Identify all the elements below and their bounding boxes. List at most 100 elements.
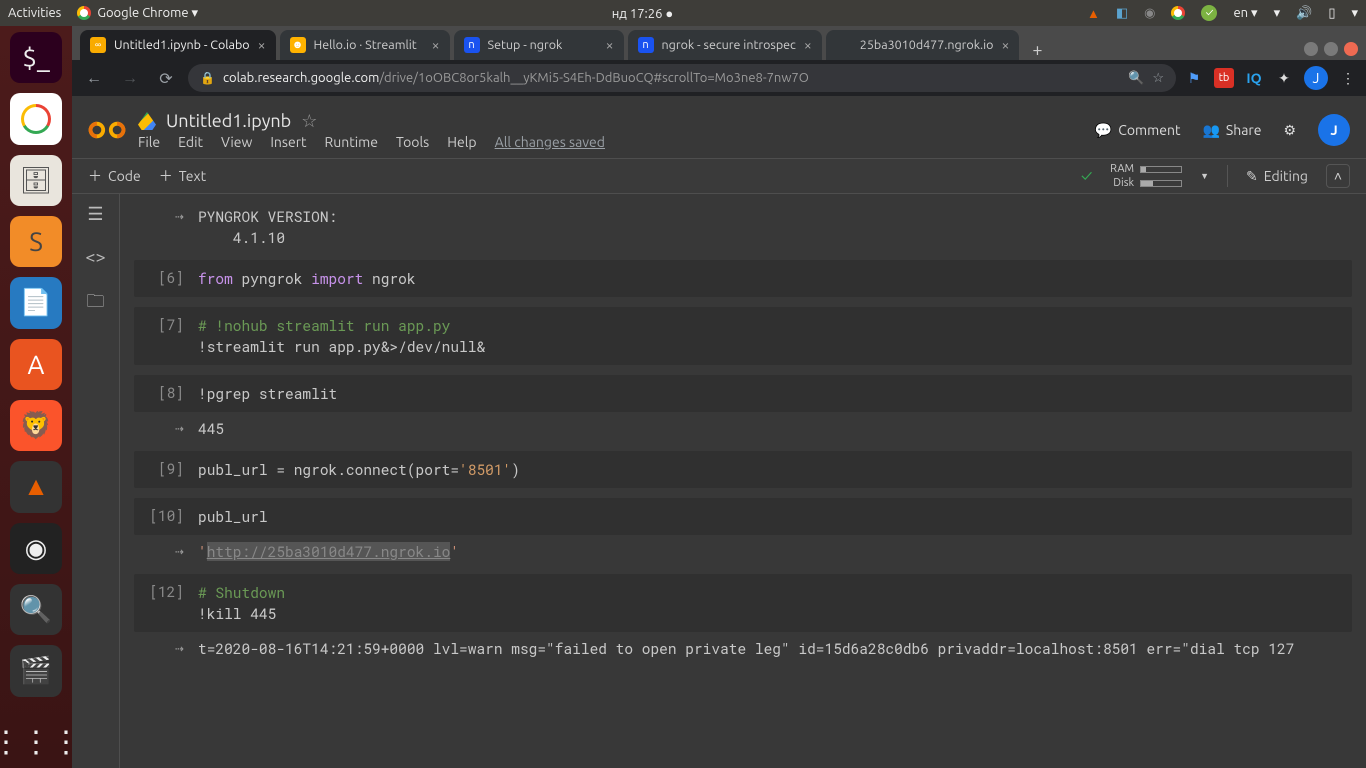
code-content[interactable]: from pyngrok import ngrok xyxy=(198,268,416,289)
save-status[interactable]: All changes saved xyxy=(495,134,605,150)
settings-icon[interactable]: ⚙ xyxy=(1283,122,1296,139)
cell-number: [7] xyxy=(148,315,184,357)
collapse-header-button[interactable]: ˄ xyxy=(1326,164,1350,188)
cell-7[interactable]: [7] # !nohub streamlit run app.py !strea… xyxy=(134,307,1352,365)
tray-app-icon[interactable]: ◧ xyxy=(1116,6,1128,21)
browser-tab-2[interactable]: n Setup - ngrok × xyxy=(454,30,624,60)
launcher-chrome[interactable] xyxy=(10,93,62,144)
add-text-button[interactable]: ＋ Text xyxy=(159,166,206,186)
comment-button[interactable]: 💬Comment xyxy=(1095,122,1181,139)
launcher-terminal[interactable]: $_ xyxy=(10,32,62,83)
extensions-puzzle-icon[interactable]: ✦ xyxy=(1274,68,1294,88)
tray-vlc-icon[interactable]: ▲ xyxy=(1087,6,1100,21)
menu-bar: File Edit View Insert Runtime Tools Help… xyxy=(138,134,605,150)
clock[interactable]: нд 17:26 ● xyxy=(198,6,1087,21)
launcher-writer[interactable]: 📄 xyxy=(10,277,62,328)
tab-close-icon[interactable]: × xyxy=(804,37,812,53)
tab-title: Setup - ngrok xyxy=(488,38,563,52)
launcher-brave[interactable]: 🦁 xyxy=(10,400,62,451)
notebook-filename[interactable]: Untitled1.ipynb xyxy=(166,111,291,131)
browser-tab-0[interactable]: ∞ Untitled1.ipynb - Colabo × xyxy=(80,30,276,60)
code-content[interactable]: !pgrep streamlit xyxy=(198,383,337,404)
snippets-icon[interactable]: <> xyxy=(85,247,105,267)
nav-back-button[interactable]: ← xyxy=(80,64,108,92)
volume-icon[interactable]: 🔊 xyxy=(1296,6,1312,21)
resource-dropdown-icon[interactable]: ▼ xyxy=(1200,171,1209,181)
chrome-icon xyxy=(77,6,91,20)
editing-mode-button[interactable]: ✎Editing xyxy=(1246,168,1308,185)
profile-avatar[interactable]: J xyxy=(1304,66,1328,90)
code-content[interactable]: publ_url = ngrok.connect(port='8501') xyxy=(198,459,520,480)
output-indicator-icon[interactable]: ⇢ xyxy=(148,638,184,658)
new-tab-button[interactable]: + xyxy=(1023,40,1051,60)
tray-chrome-icon[interactable] xyxy=(1171,6,1185,20)
output-indicator-icon[interactable]: ⇢ xyxy=(148,418,184,438)
cell-8[interactable]: [8] !pgrep streamlit ⇢ 445 xyxy=(134,375,1352,441)
toc-icon[interactable]: ☰ xyxy=(87,204,103,225)
share-button[interactable]: 👥Share xyxy=(1202,122,1261,139)
ext-red-icon[interactable]: tb xyxy=(1214,68,1234,88)
window-close[interactable] xyxy=(1344,42,1358,56)
tab-strip: ∞ Untitled1.ipynb - Colabo × ☻ Hello.io … xyxy=(72,26,1366,60)
launcher-video[interactable]: 🎬 xyxy=(10,645,62,696)
menu-insert[interactable]: Insert xyxy=(270,134,306,150)
star-icon[interactable]: ☆ xyxy=(301,111,317,132)
notebook-cells[interactable]: ⇢ PYNGROK VERSION: 4.1.10 [6] from pyngr… xyxy=(120,194,1366,768)
cell-12[interactable]: [12] # Shutdown !kill 445 ⇢ t=2020-08-16… xyxy=(134,574,1352,661)
code-content[interactable]: publ_url xyxy=(198,506,268,527)
address-bar[interactable]: 🔒 colab.research.google.com/drive/1oOBC8… xyxy=(188,64,1176,92)
system-tray: ▲ ◧ ◉ ✓ en ▾ ▾ 🔊 ▯ ▾ xyxy=(1087,5,1358,21)
browser-tab-4[interactable]: 25ba3010d477.ngrok.io × xyxy=(826,30,1020,60)
window-minimize[interactable] xyxy=(1304,42,1318,56)
power-menu-icon[interactable]: ▾ xyxy=(1351,6,1358,21)
files-icon[interactable]: 🗀 xyxy=(87,289,105,319)
tab-close-icon[interactable]: × xyxy=(432,37,440,53)
cell-10[interactable]: [10] publ_url ⇢ 'http://25ba3010d477.ngr… xyxy=(134,498,1352,564)
activities-button[interactable]: Activities xyxy=(8,6,61,20)
code-content[interactable]: # Shutdown !kill 445 xyxy=(198,582,285,624)
add-code-button[interactable]: ＋ Code xyxy=(88,166,141,186)
code-content[interactable]: # !nohub streamlit run app.py !streamlit… xyxy=(198,315,485,357)
battery-icon[interactable]: ▯ xyxy=(1328,6,1335,21)
menu-tools[interactable]: Tools xyxy=(396,134,429,150)
favicon-colab-icon: ∞ xyxy=(90,37,106,53)
menu-runtime[interactable]: Runtime xyxy=(325,134,378,150)
network-icon[interactable]: ▾ xyxy=(1274,6,1281,21)
resource-monitor[interactable]: RAM Disk xyxy=(1110,163,1182,189)
colab-logo-icon[interactable] xyxy=(88,111,126,149)
colab-avatar[interactable]: J xyxy=(1318,114,1350,146)
tray-circle-icon[interactable]: ◉ xyxy=(1144,6,1155,21)
menu-edit[interactable]: Edit xyxy=(178,134,203,150)
launcher-software[interactable]: A xyxy=(10,339,62,390)
launcher-apps-grid[interactable]: ⋮⋮⋮ xyxy=(10,717,62,768)
menu-view[interactable]: View xyxy=(221,134,252,150)
launcher-files[interactable]: 🗄 xyxy=(10,155,62,206)
browser-tab-1[interactable]: ☻ Hello.io · Streamlit × xyxy=(280,30,450,60)
output-indicator-icon[interactable]: ⇢ xyxy=(148,541,184,561)
share-icon: 👥 xyxy=(1202,122,1219,139)
tab-close-icon[interactable]: × xyxy=(258,37,266,53)
app-menu[interactable]: Google Chrome ▾ xyxy=(77,6,198,21)
tray-check-icon[interactable]: ✓ xyxy=(1201,5,1217,21)
window-maximize[interactable] xyxy=(1324,42,1338,56)
menu-file[interactable]: File xyxy=(138,134,160,150)
ext-iq-icon[interactable]: IQ xyxy=(1244,68,1264,88)
output-indicator-icon[interactable]: ⇢ xyxy=(148,206,184,226)
tab-close-icon[interactable]: × xyxy=(1001,37,1009,53)
ext-flag-icon[interactable]: ⚑ xyxy=(1184,68,1204,88)
zoom-icon[interactable]: 🔍 xyxy=(1128,71,1144,86)
launcher-camera[interactable]: ◉ xyxy=(10,523,62,574)
cell-6[interactable]: [6] from pyngrok import ngrok xyxy=(134,260,1352,297)
nav-reload-button[interactable]: ⟳ xyxy=(152,64,180,92)
browser-tab-3[interactable]: n ngrok - secure introspec × xyxy=(628,30,822,60)
chrome-menu-icon[interactable]: ⋮ xyxy=(1338,68,1358,88)
launcher-magnifier[interactable]: 🔍 xyxy=(10,584,62,635)
language-indicator[interactable]: en ▾ xyxy=(1233,6,1257,21)
menu-help[interactable]: Help xyxy=(447,134,476,150)
bookmark-star-icon[interactable]: ☆ xyxy=(1152,71,1164,86)
launcher-vlc[interactable]: ▲ xyxy=(10,461,62,512)
tab-close-icon[interactable]: × xyxy=(606,37,614,53)
cell-9[interactable]: [9] publ_url = ngrok.connect(port='8501'… xyxy=(134,451,1352,488)
launcher-sublime[interactable]: S xyxy=(10,216,62,267)
nav-forward-button: → xyxy=(116,64,144,92)
